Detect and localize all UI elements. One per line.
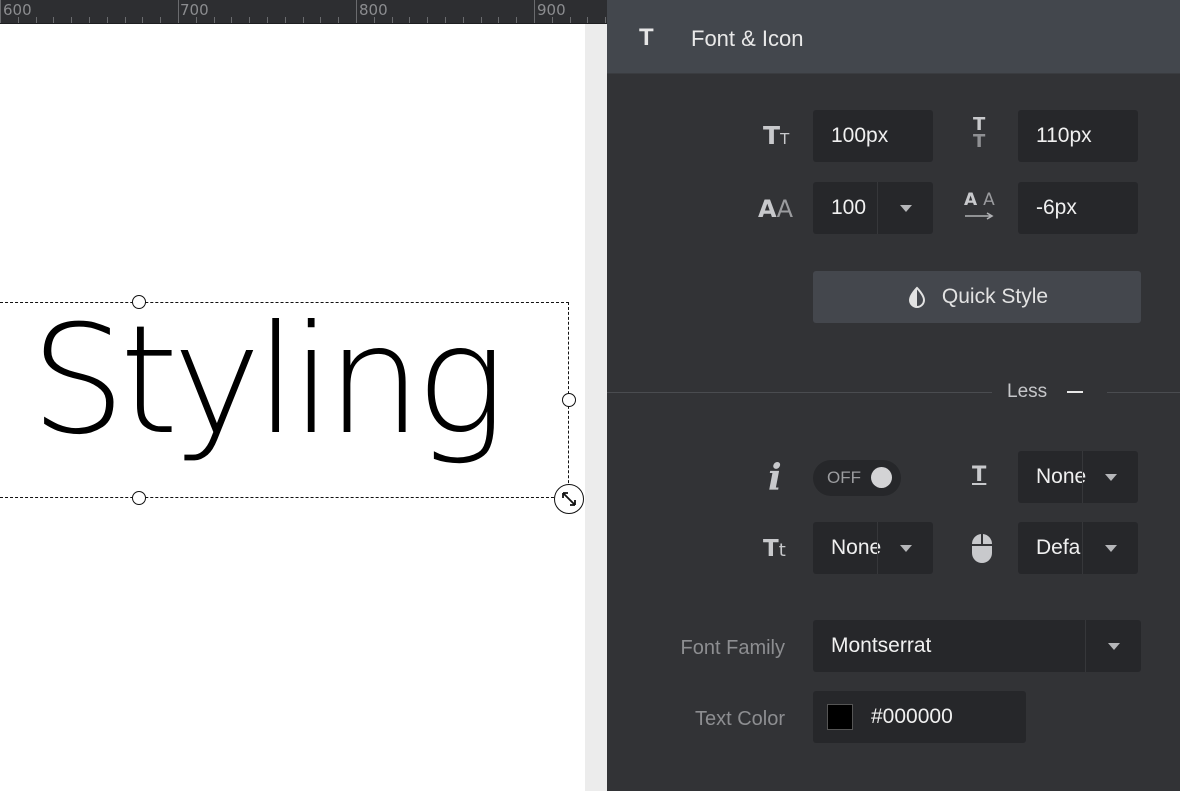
divider-right [1107, 392, 1180, 393]
ruler-tick [462, 17, 464, 23]
ruler-tick [124, 17, 126, 23]
top-handle[interactable] [132, 295, 146, 309]
ruler-tick [320, 17, 322, 23]
ruler-mark-700: 700 [180, 1, 209, 19]
ruler-tick [338, 17, 340, 23]
contrast-icon [908, 286, 925, 308]
letter-spacing-icon: A A [964, 190, 995, 220]
ruler-tick [516, 17, 518, 23]
ruler-tick [427, 17, 429, 23]
italic-toggle[interactable]: OFF [813, 460, 901, 496]
font-family-label: Font Family [680, 637, 785, 659]
settings-panel: T Font & Icon TT 100px TT 110px AA 100 A… [607, 0, 1180, 791]
panel-header[interactable]: T Font & Icon [607, 0, 1180, 74]
right-handle[interactable] [562, 393, 576, 407]
ruler-tick [445, 17, 446, 23]
ruler-tick [534, 0, 535, 23]
mouse-icon [971, 534, 993, 563]
panel-title: Font & Icon [691, 26, 804, 51]
ruler-tick [409, 17, 411, 23]
font-weight-value: 100 [831, 196, 867, 219]
ruler-tick [302, 17, 304, 23]
quick-style-label: Quick Style [941, 285, 1049, 308]
font-size-icon: TT [763, 121, 790, 150]
ruler-tick [142, 17, 144, 23]
ruler-tick [53, 17, 55, 23]
caret-down-icon[interactable] [877, 182, 933, 234]
cursor-value: Defa [1036, 536, 1081, 559]
font-family-select[interactable]: Montserrat [813, 620, 1141, 672]
quick-style-button[interactable]: Quick Style [813, 271, 1141, 323]
ruler-tick [106, 17, 108, 23]
text-decoration-value: None [1036, 465, 1087, 488]
ruler-tick [17, 17, 19, 23]
font-weight-icon: AA [758, 195, 793, 223]
ruler-tick [551, 17, 553, 23]
italic-icon: i [768, 457, 782, 499]
caret-down-icon[interactable] [1082, 522, 1138, 574]
line-height-icon: TT [973, 114, 986, 152]
text-transform-select[interactable]: None [813, 522, 933, 574]
ruler-tick [249, 17, 251, 23]
ruler-tick [373, 17, 375, 23]
color-swatch[interactable] [827, 704, 853, 730]
horizontal-ruler: 600 700 800 900 [0, 0, 608, 24]
ruler-tick [356, 0, 357, 23]
toggle-knob [871, 467, 892, 488]
caret-down-icon[interactable] [877, 522, 933, 574]
ruler-tick [178, 0, 179, 23]
text-transform-value: None [831, 536, 882, 559]
ruler-tick [498, 17, 500, 23]
ruler-tick [89, 17, 90, 23]
font-weight-select[interactable]: 100 [813, 182, 933, 234]
ruler-tick [213, 17, 215, 23]
ruler-tick [587, 17, 589, 23]
resize-icon[interactable] [554, 484, 584, 514]
text-decoration-select[interactable]: None [1018, 451, 1138, 503]
italic-toggle-label: OFF [827, 468, 861, 487]
underline-text-icon: T [972, 462, 987, 486]
caret-down-icon[interactable] [1082, 451, 1138, 503]
selection-box[interactable] [0, 302, 569, 498]
font-size-input[interactable]: 100px [813, 110, 933, 162]
less-toggle[interactable]: Less [1007, 381, 1047, 403]
ruler-tick [35, 17, 37, 23]
text-transform-icon: Tt [763, 536, 786, 562]
ruler-tick [480, 17, 482, 23]
ruler-tick [160, 17, 162, 23]
letter-spacing-input[interactable]: -6px [1018, 182, 1138, 234]
editor-root: 600 700 800 900 t Styling T Font & Icon … [0, 0, 1180, 791]
ruler-tick [284, 17, 286, 23]
line-height-input[interactable]: 110px [1018, 110, 1138, 162]
ruler-tick [71, 17, 73, 23]
ruler-tick [391, 17, 393, 23]
canvas-gutter [585, 24, 607, 791]
text-color-label: Text Color [694, 708, 785, 730]
text-icon: T [639, 24, 654, 51]
text-color-value: #000000 [871, 705, 953, 728]
ruler-tick [0, 0, 1, 23]
font-size-value: 100px [831, 124, 889, 147]
ruler-tick [569, 17, 571, 23]
ruler-tick [231, 17, 233, 23]
minus-icon[interactable] [1067, 391, 1083, 393]
cursor-select[interactable]: Defa [1018, 522, 1138, 574]
divider-left [607, 392, 992, 393]
ruler-tick [195, 17, 197, 23]
letter-spacing-value: -6px [1036, 196, 1077, 219]
caret-down-icon[interactable] [1085, 620, 1141, 672]
ruler-tick [267, 17, 268, 23]
line-height-value: 110px [1036, 124, 1092, 147]
font-family-value: Montserrat [831, 634, 932, 657]
bottom-handle[interactable] [132, 491, 146, 505]
canvas[interactable]: t Styling [0, 24, 585, 791]
text-color-picker[interactable]: #000000 [813, 691, 1026, 743]
